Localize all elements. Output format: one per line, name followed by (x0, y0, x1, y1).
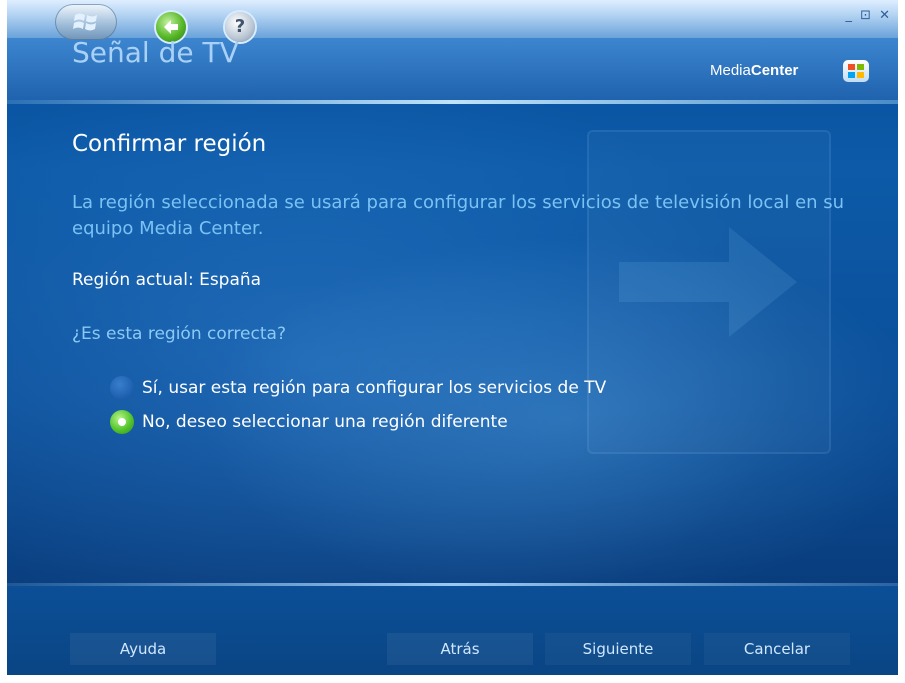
radio-option-label: No, deseo seleccionar una región diferen… (142, 412, 508, 432)
media-center-window: ? _ ⊡ ✕ Señal de TV MediaCenter Confirma… (7, 0, 898, 675)
media-center-brand: MediaCenter (710, 62, 798, 79)
description-text: La región seleccionada se usará para con… (72, 192, 845, 239)
help-icon: ? (234, 16, 246, 37)
header-divider (7, 100, 898, 104)
brand-bold: Center (750, 62, 799, 79)
windows-flag-icon (843, 60, 869, 82)
windows-start-icon (73, 13, 97, 31)
radio-button-selected[interactable] (110, 410, 134, 434)
current-region-text: Región actual: España (72, 270, 262, 290)
top-bar (7, 0, 898, 38)
page-title: Señal de TV (72, 36, 239, 69)
section-heading: Confirmar región (72, 131, 267, 157)
radio-option-use-region[interactable]: Sí, usar esta región para configurar los… (110, 374, 606, 402)
radio-option-different-region[interactable]: No, deseo seleccionar una región diferen… (110, 408, 508, 436)
background-arrow-watermark (587, 130, 831, 454)
question-text: ¿Es esta región correcta? (72, 324, 286, 344)
back-footer-button[interactable]: Atrás (387, 633, 533, 665)
brand-light: Media (710, 62, 751, 79)
cancel-button[interactable]: Cancelar (704, 633, 850, 665)
radio-button-unselected[interactable] (110, 376, 134, 400)
start-button[interactable] (55, 4, 117, 40)
window-controls[interactable]: _ ⊡ ✕ (845, 8, 892, 23)
help-footer-button[interactable]: Ayuda (70, 633, 216, 665)
next-button[interactable]: Siguiente (545, 633, 691, 665)
radio-option-label: Sí, usar esta región para configurar los… (142, 378, 607, 398)
